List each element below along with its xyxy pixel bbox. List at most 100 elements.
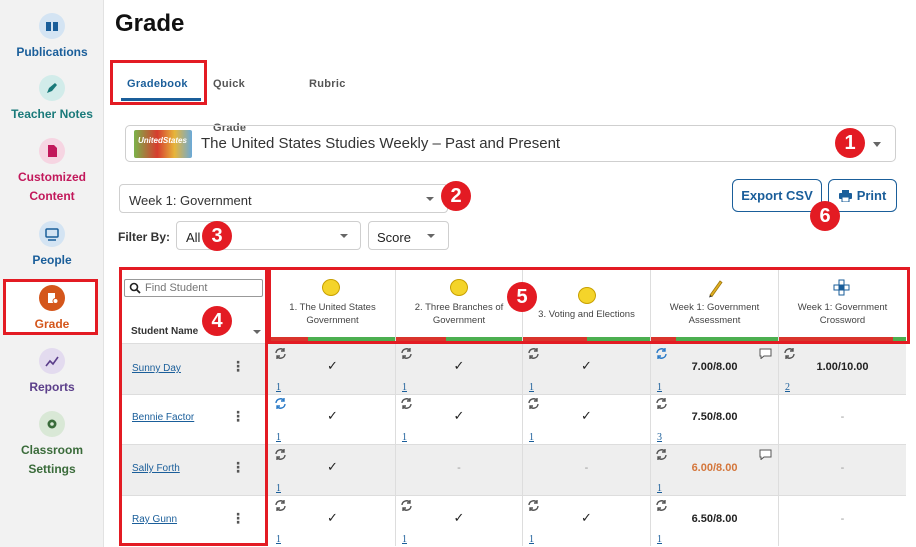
chevron-down-icon bbox=[873, 142, 881, 147]
grade-cell[interactable]: - bbox=[523, 445, 650, 496]
publication-select[interactable]: UnitedStates The United States Studies W… bbox=[125, 125, 896, 162]
comment-icon[interactable] bbox=[759, 449, 772, 460]
filter-label: Filter By: bbox=[118, 230, 171, 244]
callout-badge: 6 bbox=[810, 201, 840, 231]
attempts-link[interactable]: 2 bbox=[785, 382, 790, 393]
week-select[interactable]: Week 1: Government bbox=[119, 184, 448, 213]
active-tab-indicator bbox=[121, 98, 201, 101]
app: Publications Teacher Notes Customized Co… bbox=[0, 0, 916, 547]
sidebar-item-publications[interactable]: Publications bbox=[0, 13, 104, 62]
callout-badge: 1 bbox=[835, 128, 865, 158]
attempts-link[interactable]: 1 bbox=[402, 432, 407, 443]
grade-cell[interactable]: ✓ 1 bbox=[270, 394, 395, 445]
pen-icon bbox=[39, 75, 65, 101]
score-value: 6.00/8.00 bbox=[691, 462, 738, 474]
empty-score: - bbox=[840, 411, 845, 423]
sidebar-item-grade[interactable]: Grade bbox=[0, 285, 104, 334]
grade-cell[interactable]: ✓ 1 bbox=[270, 445, 395, 496]
filter-status-value: All bbox=[186, 230, 201, 245]
sidebar-item-classroom-settings[interactable]: Classroom Settings bbox=[0, 411, 104, 479]
refresh-icon[interactable] bbox=[783, 347, 796, 360]
refresh-icon[interactable] bbox=[655, 397, 668, 410]
attempts-link[interactable]: 1 bbox=[276, 534, 281, 545]
sidebar-item-reports[interactable]: Reports bbox=[0, 348, 104, 397]
grade-cell[interactable]: - bbox=[396, 445, 522, 496]
score-value: ✓ bbox=[581, 358, 592, 373]
grade-cell[interactable]: ✓ 1 bbox=[523, 394, 650, 445]
grade-cell[interactable]: - bbox=[779, 394, 906, 445]
print-button[interactable]: Print bbox=[828, 179, 897, 212]
score-value: ✓ bbox=[327, 459, 338, 474]
filter-type-value: Score bbox=[377, 230, 411, 245]
refresh-icon[interactable] bbox=[655, 347, 668, 360]
attempts-link[interactable]: 1 bbox=[276, 483, 281, 494]
score-value: ✓ bbox=[327, 510, 338, 525]
tab-rubric[interactable]: Rubric bbox=[309, 62, 346, 102]
comment-icon[interactable] bbox=[759, 348, 772, 359]
sidebar-item-label: Reports bbox=[29, 380, 75, 394]
grade-cell[interactable]: - bbox=[779, 445, 906, 496]
publication-thumbnail: UnitedStates bbox=[134, 130, 192, 158]
attempts-link[interactable]: 1 bbox=[657, 483, 662, 494]
attempts-link[interactable]: 1 bbox=[529, 382, 534, 393]
chevron-down-icon bbox=[427, 234, 435, 238]
empty-score: - bbox=[840, 513, 845, 525]
score-value: 6.50/8.00 bbox=[691, 513, 738, 525]
refresh-icon[interactable] bbox=[655, 499, 668, 512]
grade-cell[interactable]: ✓ 1 bbox=[270, 496, 395, 547]
chart-icon bbox=[39, 348, 65, 374]
document-icon bbox=[39, 138, 65, 164]
page-title: Grade bbox=[115, 10, 185, 37]
sidebar-item-label: People bbox=[32, 253, 72, 267]
callout-badge: 3 bbox=[202, 221, 232, 251]
grade-cell[interactable]: 1.00/10.00 2 bbox=[779, 344, 906, 395]
week-selected: Week 1: Government bbox=[129, 193, 252, 208]
export-csv-button[interactable]: Export CSV bbox=[732, 179, 822, 212]
score-value: ✓ bbox=[581, 510, 592, 525]
filter-type-select[interactable]: Score bbox=[368, 221, 449, 250]
grade-cell[interactable]: 6.50/8.00 1 bbox=[651, 496, 778, 547]
sidebar-item-customized-content[interactable]: Customized Content bbox=[0, 138, 104, 206]
grade-cell[interactable]: 7.00/8.00 1 bbox=[651, 344, 778, 395]
sidebar-item-label: Grade bbox=[34, 317, 70, 331]
refresh-icon[interactable] bbox=[655, 448, 668, 461]
grade-cell[interactable]: ✓ 1 bbox=[396, 394, 522, 445]
grade-cell[interactable]: ✓ 1 bbox=[523, 344, 650, 395]
attempts-link[interactable]: 1 bbox=[276, 432, 281, 443]
sidebar-item-label: Customized Content bbox=[17, 170, 86, 203]
assignments-highlight-box bbox=[268, 267, 910, 344]
attempts-link[interactable]: 1 bbox=[402, 382, 407, 393]
sidebar-item-label: Publications bbox=[16, 45, 88, 59]
callout-badge: 5 bbox=[507, 282, 537, 312]
grade-cell[interactable]: 6.00/8.00 1 bbox=[651, 445, 778, 496]
attempts-link[interactable]: 1 bbox=[402, 534, 407, 545]
attempts-link[interactable]: 1 bbox=[276, 382, 281, 393]
publication-name: The United States Studies Weekly – Past … bbox=[201, 135, 561, 152]
grade-cell[interactable]: ✓ 1 bbox=[523, 496, 650, 547]
grade-cell[interactable]: ✓ 1 bbox=[396, 496, 522, 547]
score-value: ✓ bbox=[581, 408, 592, 423]
empty-score: - bbox=[584, 462, 589, 474]
book-icon bbox=[39, 13, 65, 39]
grade-cell[interactable]: 7.50/8.00 3 bbox=[651, 394, 778, 445]
score-value: ✓ bbox=[453, 510, 465, 525]
attempts-link[interactable]: 1 bbox=[529, 432, 534, 443]
grade-cell[interactable]: ✓ 1 bbox=[396, 344, 522, 395]
score-value: 7.00/8.00 bbox=[691, 361, 738, 373]
print-button-label: Print bbox=[856, 188, 887, 203]
grade-cell[interactable]: ✓ 1 bbox=[270, 344, 395, 395]
tab-gradebook[interactable]: Gradebook bbox=[127, 62, 188, 102]
score-value: ✓ bbox=[327, 358, 338, 373]
sidebar-item-teacher-notes[interactable]: Teacher Notes bbox=[0, 75, 104, 124]
sidebar-item-people[interactable]: People bbox=[0, 221, 104, 270]
sidebar: Publications Teacher Notes Customized Co… bbox=[0, 0, 104, 547]
attempts-link[interactable]: 3 bbox=[657, 432, 662, 443]
attempts-link[interactable]: 1 bbox=[657, 534, 662, 545]
empty-score: - bbox=[840, 462, 845, 474]
score-value: ✓ bbox=[453, 408, 465, 423]
attempts-link[interactable]: 1 bbox=[657, 382, 662, 393]
grade-cell[interactable]: - bbox=[779, 496, 906, 547]
tab-quick-grade[interactable]: Quick Grade bbox=[213, 62, 246, 134]
attempts-link[interactable]: 1 bbox=[529, 534, 534, 545]
score-value: 1.00/10.00 bbox=[816, 361, 869, 373]
